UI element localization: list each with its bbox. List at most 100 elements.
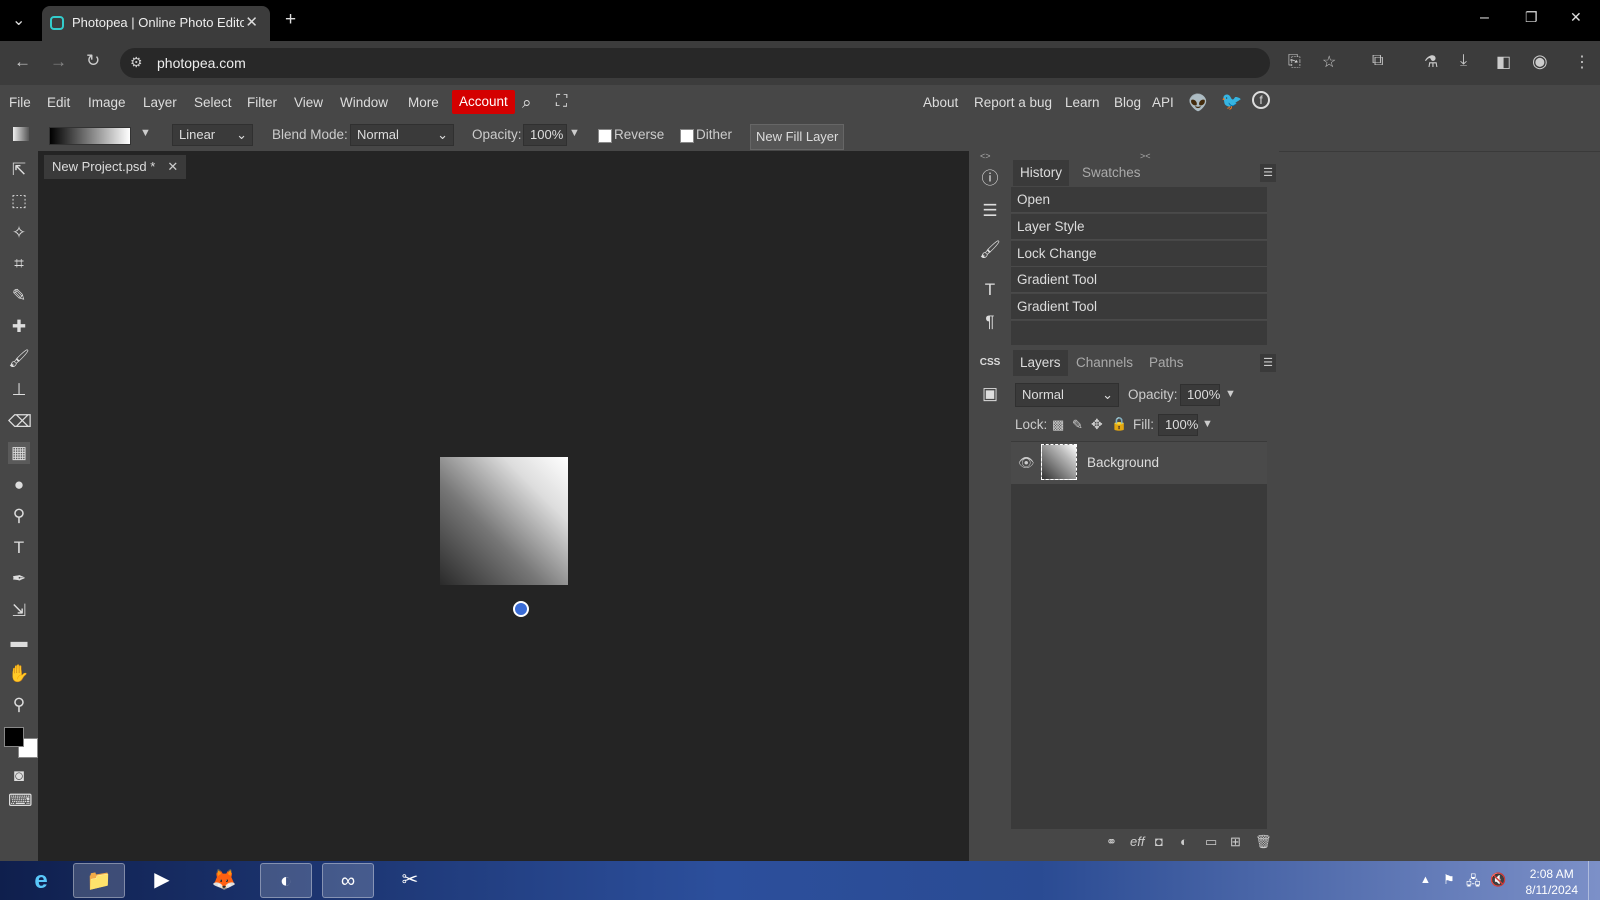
lock-position-icon[interactable]: ✥: [1091, 416, 1103, 433]
blend-mode-select[interactable]: Normal ⌄: [350, 124, 454, 146]
tab-paths[interactable]: Paths: [1142, 350, 1191, 376]
adjustments-icon[interactable]: ☰: [979, 200, 1001, 222]
info-icon[interactable]: ⓘ: [979, 168, 1001, 190]
tab-channels[interactable]: Channels: [1069, 350, 1140, 376]
blur-tool-icon[interactable]: ●: [8, 474, 30, 496]
quick-mask-icon[interactable]: ◙: [8, 765, 30, 787]
history-item[interactable]: Lock Change: [1011, 241, 1267, 267]
reddit-icon[interactable]: 👽: [1188, 93, 1208, 113]
document-tab[interactable]: New Project.psd * ✕: [44, 155, 187, 179]
foreground-color-swatch[interactable]: [4, 727, 24, 747]
history-item[interactable]: Gradient Tool: [1011, 267, 1267, 293]
layer-opacity-arrow-icon[interactable]: ▼: [1225, 388, 1236, 400]
facebook-icon[interactable]: f: [1252, 91, 1270, 109]
layer-blend-mode-select[interactable]: Normal ⌄: [1015, 383, 1119, 407]
lock-pixels-icon[interactable]: ✎: [1072, 417, 1083, 433]
delete-layer-icon[interactable]: 🗑: [1255, 834, 1272, 850]
system-clock[interactable]: 2:08 AM 8/11/2024: [1526, 866, 1579, 898]
link-report-bug[interactable]: Report a bug: [974, 95, 1052, 110]
rectangle-tool-icon[interactable]: ▬: [8, 631, 30, 653]
brush-tool-icon[interactable]: 🖌: [8, 348, 30, 370]
brush-panel-icon[interactable]: 🖌: [979, 239, 1001, 261]
crop-tool-icon[interactable]: ⌗: [8, 253, 30, 275]
account-button[interactable]: Account: [452, 90, 515, 114]
show-desktop-button[interactable]: [1588, 861, 1600, 900]
tab-list-chevron-icon[interactable]: ⌄: [12, 10, 25, 30]
healing-brush-tool-icon[interactable]: ✚: [8, 316, 30, 338]
network-icon[interactable]: 🖧: [1466, 872, 1481, 894]
opacity-input[interactable]: 100%: [523, 124, 567, 146]
extensions-icon[interactable]: ⧉: [1372, 52, 1383, 70]
forward-icon[interactable]: →: [50, 52, 67, 72]
gradient-tool-icon[interactable]: ▦: [8, 442, 30, 464]
back-icon[interactable]: ←: [14, 52, 31, 72]
link-about[interactable]: About: [923, 95, 958, 110]
tab-history[interactable]: History: [1013, 160, 1070, 186]
fill-input[interactable]: 100%: [1158, 414, 1198, 436]
menu-more[interactable]: More: [408, 95, 439, 110]
new-fill-layer-button[interactable]: New Fill Layer: [750, 124, 845, 150]
labs-icon[interactable]: ⚗: [1424, 52, 1438, 72]
path-selection-tool-icon[interactable]: ⇲: [8, 600, 30, 622]
action-center-flag-icon[interactable]: ⚑: [1443, 872, 1455, 888]
snipping-tool-icon[interactable]: ✂: [384, 863, 436, 898]
reload-icon[interactable]: ↻: [86, 51, 100, 71]
install-app-icon[interactable]: ⎘: [1288, 53, 1301, 71]
layers-panel-menu-icon[interactable]: ☰: [1260, 354, 1276, 372]
layer-opacity-input[interactable]: 100%: [1180, 384, 1220, 406]
twitter-icon[interactable]: 🐦: [1221, 92, 1242, 112]
link-blog[interactable]: Blog: [1114, 95, 1141, 110]
css-panel-icon[interactable]: CSS: [979, 352, 1001, 374]
close-window-button[interactable]: ✕: [1570, 9, 1582, 26]
marquee-tool-icon[interactable]: ⬚: [8, 190, 30, 212]
link-layers-icon[interactable]: ⚭: [1106, 834, 1117, 850]
url-text[interactable]: photopea.com: [157, 55, 246, 71]
url-box[interactable]: [120, 48, 1270, 78]
tab-swatches[interactable]: Swatches: [1075, 160, 1148, 186]
menu-file[interactable]: File: [9, 95, 31, 110]
magic-wand-tool-icon[interactable]: ✧: [8, 222, 30, 244]
layer-thumbnail[interactable]: [1041, 444, 1077, 480]
downloads-icon[interactable]: ⤓: [1460, 52, 1467, 70]
history-item[interactable]: Gradient Tool: [1011, 294, 1267, 320]
gradient-type-select[interactable]: Linear ⌄: [172, 124, 253, 146]
paragraph-panel-icon[interactable]: ¶: [979, 311, 1001, 333]
eraser-tool-icon[interactable]: ⌫: [8, 411, 32, 433]
history-panel-menu-icon[interactable]: ☰: [1260, 164, 1276, 182]
menu-image[interactable]: Image: [88, 95, 126, 110]
gradient-tool-preset-icon[interactable]: [13, 127, 29, 141]
reverse-checkbox[interactable]: [598, 129, 612, 143]
layers-scrollbar[interactable]: [1267, 441, 1277, 829]
tab-layers[interactable]: Layers: [1013, 350, 1068, 376]
menu-edit[interactable]: Edit: [47, 95, 70, 110]
volume-muted-icon[interactable]: 🔇: [1490, 872, 1506, 888]
close-document-icon[interactable]: ✕: [167, 159, 178, 174]
new-tab-button[interactable]: +: [285, 9, 296, 31]
firefox-icon[interactable]: 🦊: [198, 863, 250, 898]
canvas-image[interactable]: [440, 457, 568, 585]
menu-filter[interactable]: Filter: [247, 95, 277, 110]
search-icon[interactable]: ⌕: [522, 93, 532, 113]
file-explorer-icon[interactable]: 📁: [73, 863, 125, 898]
fullscreen-icon[interactable]: ⛶: [556, 93, 567, 111]
character-panel-icon[interactable]: T: [979, 279, 1001, 301]
fill-arrow-icon[interactable]: ▼: [1202, 418, 1213, 430]
menu-select[interactable]: Select: [194, 95, 232, 110]
move-tool-icon[interactable]: ⇱: [8, 159, 30, 181]
history-item[interactable]: Open: [1011, 187, 1267, 213]
link-api[interactable]: API: [1152, 95, 1174, 110]
side-panel-icon[interactable]: ◧: [1496, 52, 1511, 72]
dodge-tool-icon[interactable]: ⚲: [8, 505, 30, 527]
internet-explorer-icon[interactable]: e: [14, 863, 68, 898]
lock-all-icon[interactable]: 🔒: [1111, 416, 1127, 432]
show-hidden-icons-icon[interactable]: ▲: [1420, 874, 1431, 886]
menu-layer[interactable]: Layer: [143, 95, 177, 110]
media-player-icon[interactable]: ▶: [136, 863, 188, 898]
keyboard-icon[interactable]: ⌨: [8, 790, 33, 812]
history-item[interactable]: Layer Style: [1011, 214, 1267, 240]
adjustment-layer-icon[interactable]: ◐: [1180, 834, 1188, 849]
browser-tab-photopea[interactable]: Photopea | Online Photo Editor ✕: [42, 6, 270, 41]
layer-visibility-eye-icon[interactable]: 👁: [1018, 455, 1035, 471]
gradient-dropdown-arrow-icon[interactable]: ▼: [140, 127, 151, 139]
gradient-swatch[interactable]: [49, 127, 131, 145]
